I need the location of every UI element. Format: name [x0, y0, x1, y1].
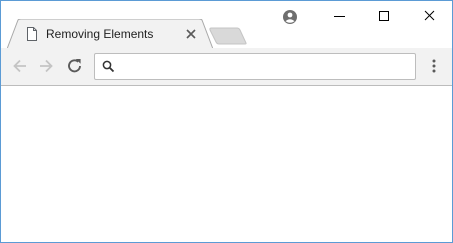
arrow-right-icon [40, 59, 53, 73]
tab-title: Removing Elements [46, 27, 154, 41]
minimize-button[interactable] [317, 1, 362, 30]
maximize-icon [379, 11, 389, 21]
tab-close-icon[interactable] [184, 27, 198, 41]
reload-icon [68, 59, 81, 73]
reload-button[interactable] [65, 56, 85, 76]
maximize-button[interactable] [361, 1, 406, 30]
arrow-left-icon [13, 59, 26, 73]
tab-active[interactable]: Removing Elements [7, 19, 213, 49]
page-icon [26, 27, 38, 41]
browser-window: Removing Elements [0, 0, 453, 243]
tab-strip: Removing Elements [1, 1, 452, 49]
more-vertical-icon [432, 59, 436, 73]
close-icon [424, 10, 435, 21]
close-window-button[interactable] [407, 1, 452, 30]
menu-button[interactable] [427, 57, 441, 75]
back-button[interactable] [10, 56, 30, 76]
minimize-icon [334, 16, 345, 17]
address-input[interactable] [121, 56, 407, 75]
profile-icon[interactable] [282, 9, 298, 25]
search-icon [102, 60, 115, 73]
toolbar [1, 48, 452, 86]
forward-button[interactable] [36, 56, 56, 76]
page-content [1, 86, 452, 242]
new-tab-icon[interactable] [209, 27, 249, 45]
omnibox[interactable] [94, 53, 416, 80]
